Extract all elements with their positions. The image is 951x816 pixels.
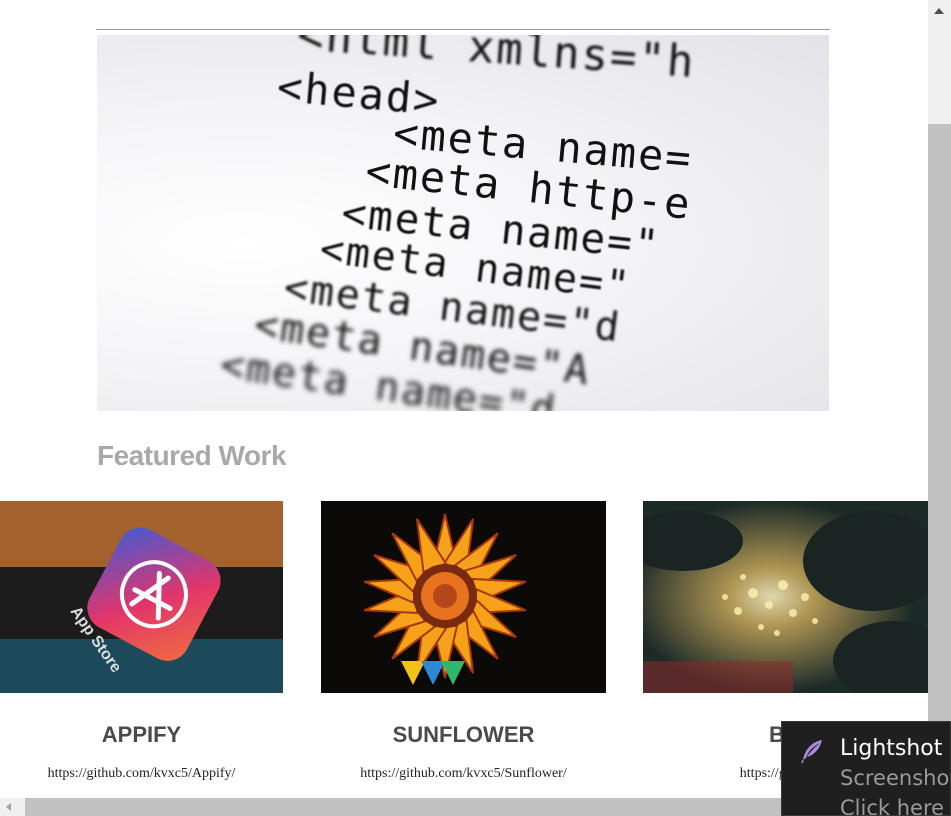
page-viewport: <html xmlns="h <head> <meta name= <meta … [0, 0, 928, 798]
scroll-up-arrow-icon[interactable] [934, 8, 944, 14]
featured-work-heading: Featured Work [97, 440, 287, 471]
vertical-scrollbar[interactable] [928, 0, 951, 798]
hero-image-html-code: <html xmlns="h <head> <meta name= <meta … [97, 35, 829, 411]
top-divider [96, 29, 830, 30]
lightshot-notification[interactable]: Lightshot Screenshot Click here t [781, 721, 951, 816]
sunflower-link[interactable]: https://github.com/kvxc5/Sunflower/ [321, 766, 606, 782]
bokeh-thumbnail[interactable] [643, 501, 928, 693]
appify-link[interactable]: https://github.com/kvxc5/Appify/ [0, 766, 283, 782]
appify-thumbnail[interactable]: App Store [0, 501, 283, 693]
notification-line: Screenshot [840, 766, 951, 790]
notification-line: Click here t [840, 796, 951, 816]
feather-icon [801, 740, 822, 764]
appify-title[interactable]: APPIFY [0, 722, 283, 748]
sunflower-thumbnail[interactable] [321, 501, 606, 693]
vertical-scroll-thumb[interactable] [928, 124, 951, 798]
sunflower-title[interactable]: SUNFLOWER [321, 722, 606, 748]
notification-title: Lightshot [840, 736, 943, 761]
scroll-left-arrow-icon[interactable] [6, 803, 11, 811]
